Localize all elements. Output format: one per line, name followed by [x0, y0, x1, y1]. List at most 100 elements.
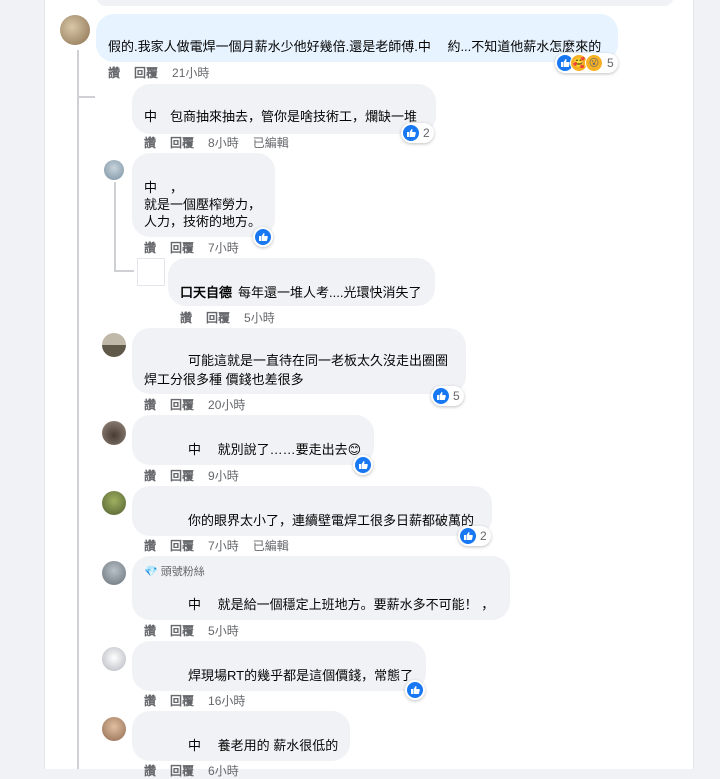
avatar[interactable]	[60, 15, 90, 45]
reaction-summary[interactable]: 🥰 😮 5	[555, 53, 618, 73]
avatar[interactable]	[102, 421, 126, 445]
comment-text: 每年還一堆人考....光環快消失了	[238, 285, 422, 300]
sub-thread-line	[114, 182, 116, 270]
like-icon	[403, 125, 419, 141]
wow-emoji-icon: 😮	[585, 54, 603, 72]
like-button[interactable]: 讚	[144, 469, 156, 483]
reaction-count: 2	[423, 126, 430, 140]
comment-actions: 讚回覆 7小時	[144, 239, 253, 256]
comment-actions: 讚回覆 7小時 已編輯	[144, 537, 303, 554]
like-icon	[255, 229, 271, 245]
like-button[interactable]: 讚	[108, 66, 120, 80]
like-button[interactable]: 讚	[144, 136, 156, 150]
reaction-count: 5	[607, 56, 614, 70]
thread-line	[77, 50, 79, 769]
like-icon	[460, 528, 476, 544]
top-fan-badge[interactable]: 💎 頭號粉絲	[144, 564, 205, 581]
like-icon	[407, 682, 423, 698]
comment-text: 中 就是給一個穩定上班地方。要薪水多不可能！ ，	[188, 597, 495, 612]
reply-button[interactable]: 回覆	[134, 66, 158, 80]
comment-bubble: 口天自德 每年還一堆人考....光環快消失了	[168, 258, 435, 306]
timestamp[interactable]: 7小時	[208, 539, 239, 553]
reply-button[interactable]: 回覆	[170, 694, 194, 708]
comment-text: 人力，技術的地方。	[144, 214, 262, 229]
comment-text: 中 ，	[144, 180, 184, 195]
timestamp[interactable]: 21小時	[172, 66, 209, 80]
reaction-summary[interactable]	[405, 680, 425, 700]
mention-text[interactable]: 中	[144, 108, 157, 125]
comment-bubble: 你的眼界太小了，連續壁電焊工很多日薪都破萬的	[132, 486, 492, 536]
timestamp[interactable]: 9小時	[208, 469, 239, 483]
comment-actions: 讚回覆 8小時 已編輯	[144, 134, 303, 151]
like-button[interactable]: 讚	[180, 311, 192, 325]
reply-button[interactable]: 回覆	[170, 624, 194, 638]
reply-button[interactable]: 回覆	[170, 539, 194, 553]
comment-text: 中 就別說了……要走出去😊	[188, 442, 362, 457]
reply-button[interactable]: 回覆	[206, 311, 230, 325]
comment-actions: 讚回覆 20小時	[144, 396, 259, 413]
reply-button[interactable]: 回覆	[170, 136, 194, 150]
reaction-count: 5	[453, 389, 460, 403]
avatar[interactable]	[102, 647, 126, 671]
comment-text: 中 養老用的 薪水很低的	[188, 738, 339, 753]
comment-actions: 讚回覆 21小時	[108, 64, 223, 81]
avatar[interactable]	[102, 333, 126, 357]
thread-line-branch	[77, 96, 95, 98]
comment-actions: 讚回覆 5小時	[144, 622, 253, 639]
timestamp[interactable]: 7小時	[208, 241, 239, 255]
comment-text: 就是一個壓榨勞力，	[144, 197, 262, 212]
reply-button[interactable]: 回覆	[170, 469, 194, 483]
sub-thread-branch	[114, 270, 134, 272]
comment-actions: 讚回覆 16小時	[144, 692, 259, 709]
avatar[interactable]	[102, 561, 126, 585]
avatar[interactable]	[102, 491, 126, 515]
comment-bubble: 中 ， 就是一個壓榨勞力， 人力，技術的地方。	[132, 153, 275, 237]
avatar[interactable]	[102, 717, 126, 741]
reaction-summary[interactable]	[253, 227, 273, 247]
comment-text: 假的.我家人做電焊一個月薪水少他好幾倍.還是老師傅.中 約...不知道他薪水怎麼…	[108, 39, 602, 54]
edited-label[interactable]: 已編輯	[253, 539, 289, 553]
comment-bubble: 中 養老用的 薪水很低的	[132, 711, 350, 761]
comment-text: 焊現場RT的幾乎都是這個價錢，常態了	[188, 668, 414, 683]
comment-author[interactable]: 口天自德	[180, 284, 232, 301]
timestamp[interactable]: 5小時	[208, 624, 239, 638]
comment-bubble: 💎 頭號粉絲 中 就是給一個穩定上班地方。要薪水多不可能！ ，	[132, 556, 510, 620]
comment-bubble: 焊現場RT的幾乎都是這個價錢，常態了	[132, 641, 426, 691]
comment-bubble: 中 包商抽來抽去，管你是啥技術工，爛缺一堆	[132, 84, 436, 134]
comment-text: 你的眼界太小了，連續壁電焊工很多日薪都破萬的	[188, 513, 475, 528]
like-icon	[355, 457, 371, 473]
comment-actions: 讚回覆 9小時	[144, 467, 253, 484]
reaction-summary[interactable]: 5	[431, 386, 464, 406]
timestamp[interactable]: 8小時	[208, 136, 239, 150]
comment-text: 可能這就是一直待在同一老板太久沒走出圈圈	[188, 353, 449, 368]
top-fan-label: 頭號粉絲	[160, 566, 205, 578]
reaction-summary[interactable]: 2	[458, 526, 491, 546]
like-button[interactable]: 讚	[144, 764, 156, 778]
reaction-count: 2	[480, 529, 487, 543]
reply-button[interactable]: 回覆	[170, 398, 194, 412]
avatar[interactable]	[137, 258, 165, 286]
comment-bubble: 假的.我家人做電焊一個月薪水少他好幾倍.還是老師傅.中 約...不知道他薪水怎麼…	[96, 14, 618, 62]
like-icon	[433, 388, 449, 404]
like-button[interactable]: 讚	[144, 694, 156, 708]
timestamp[interactable]: 6小時	[208, 764, 239, 778]
comment-text: 焊工分很多種 價錢也差很多	[144, 372, 304, 387]
reply-button[interactable]: 回覆	[170, 764, 194, 778]
comment-text: 包商抽來抽去，管你是啥技術工，爛缺一堆	[170, 109, 418, 124]
reaction-summary[interactable]: 2	[401, 123, 434, 143]
like-button[interactable]: 讚	[144, 241, 156, 255]
avatar[interactable]	[104, 160, 124, 180]
edited-label[interactable]: 已編輯	[253, 136, 289, 150]
timestamp[interactable]: 16小時	[208, 694, 245, 708]
timestamp[interactable]: 5小時	[244, 311, 275, 325]
diamond-icon: 💎	[144, 566, 158, 578]
timestamp[interactable]: 20小時	[208, 398, 245, 412]
comment-bubble: 可能這就是一直待在同一老板太久沒走出圈圈 焊工分很多種 價錢也差很多	[132, 328, 466, 394]
like-button[interactable]: 讚	[144, 624, 156, 638]
reply-button[interactable]: 回覆	[170, 241, 194, 255]
comment-actions: 讚回覆 6小時	[144, 762, 253, 779]
reaction-summary[interactable]	[353, 455, 373, 475]
like-button[interactable]: 讚	[144, 398, 156, 412]
like-button[interactable]: 讚	[144, 539, 156, 553]
comment-bubble: 中 就別說了……要走出去😊	[132, 415, 374, 465]
